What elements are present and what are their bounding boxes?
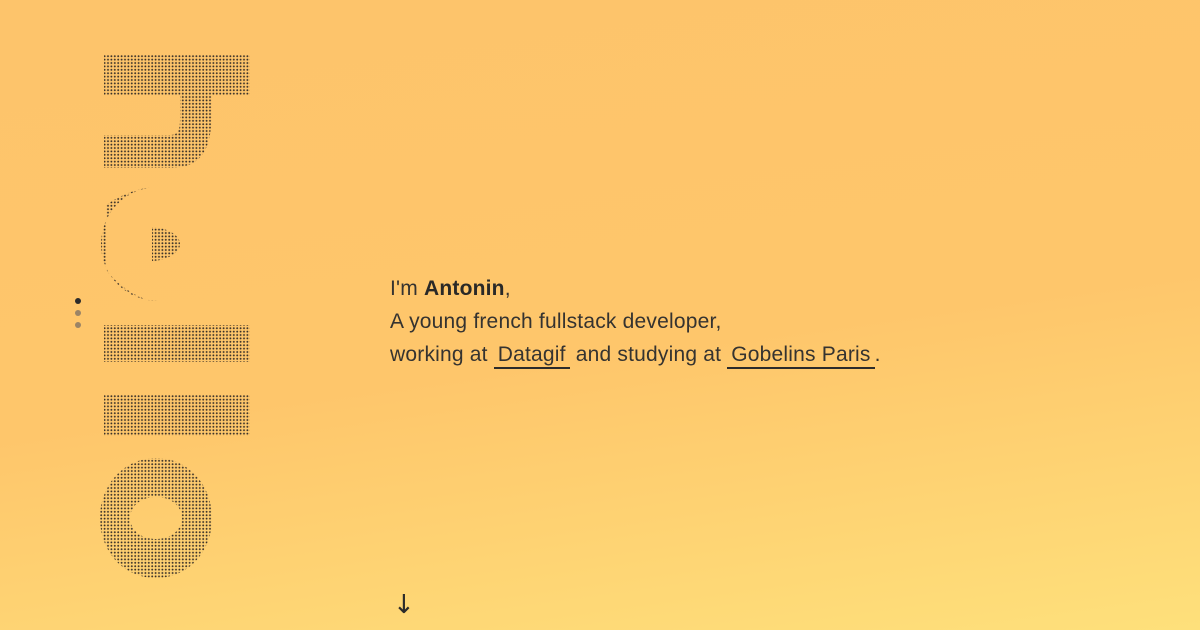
intro-line-3: working at Datagif and studying at Gobel… xyxy=(390,338,881,371)
pager-dot-3[interactable] xyxy=(75,322,81,328)
letter-o xyxy=(100,458,212,578)
line3-middle: and studying at xyxy=(569,343,728,366)
intro-line-1: I'm Antonin, xyxy=(390,272,881,305)
school-link[interactable]: Gobelins Paris xyxy=(727,343,875,369)
line3-suffix: . xyxy=(874,343,881,366)
letter-l-2 xyxy=(104,395,250,436)
hello-heading xyxy=(100,55,255,580)
letter-e xyxy=(101,187,180,301)
letter-l-1 xyxy=(104,325,250,362)
pager-dot-1[interactable] xyxy=(75,298,81,304)
hello-dotted-word xyxy=(100,55,250,578)
letter-h xyxy=(104,55,250,168)
line3-prefix: working at xyxy=(390,343,494,366)
arrow-down-icon[interactable]: ↓ xyxy=(393,590,415,620)
company-link[interactable]: Datagif xyxy=(493,343,570,369)
intro-text: I'm Antonin, A young french fullstack de… xyxy=(390,272,881,371)
greeting-suffix: , xyxy=(504,277,511,300)
greeting-prefix: I'm xyxy=(390,277,424,300)
section-pager xyxy=(74,298,82,328)
author-name: Antonin xyxy=(423,277,505,300)
intro-line-2: A young french fullstack developer, xyxy=(390,310,722,333)
pager-dot-2[interactable] xyxy=(75,310,81,316)
